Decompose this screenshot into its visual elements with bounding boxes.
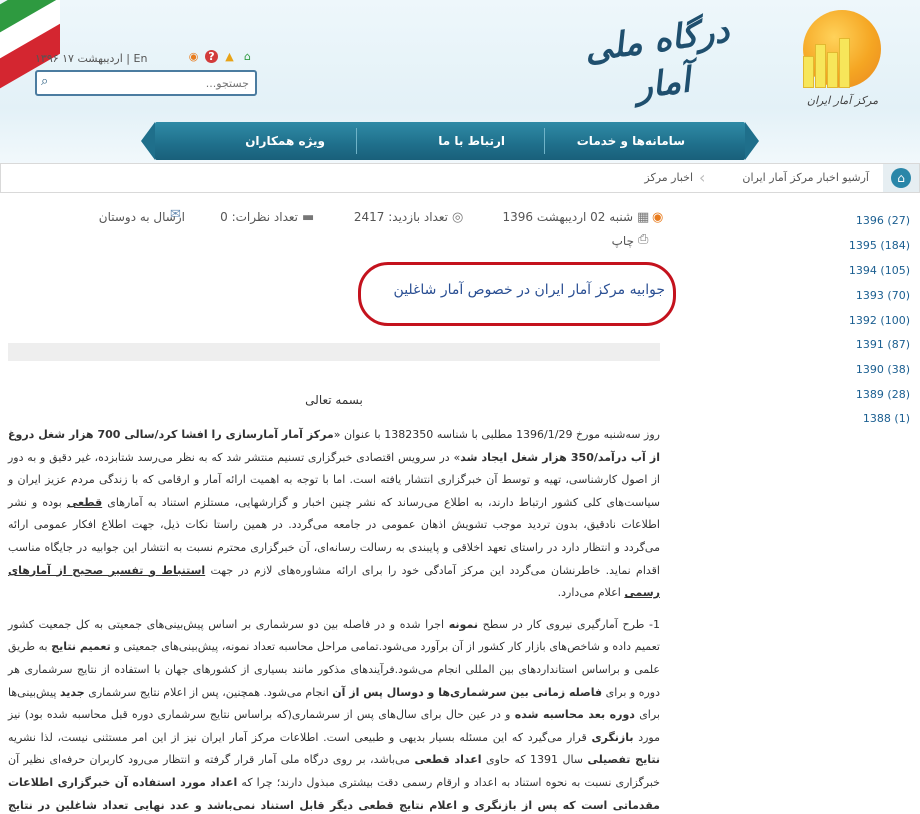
text-run: روز سه‌شنبه مورخ 1396/1/29 مطلبی با شناس…	[333, 428, 660, 441]
nav-item-contact[interactable]: ارتباط با ما	[438, 122, 505, 160]
logo-bar-icon	[827, 52, 838, 88]
nav-item-services[interactable]: سامانه‌ها و خدمات	[577, 122, 685, 160]
archive-year-link[interactable]: 1396 (27)	[840, 214, 910, 234]
bold-text: فاصله زمانی بین سرشماری‌ها و دوسال پس از…	[332, 685, 603, 699]
page: ۱۳۹۶ اردیبهشت ۱۷ | En ◉ ? ▲ ⌂ ⌕ درگاه مل…	[0, 0, 920, 814]
help-icon[interactable]: ?	[205, 50, 218, 63]
print-link[interactable]: چاپ	[612, 234, 634, 248]
archive-year-link[interactable]: 1395 (184)	[840, 239, 910, 259]
printer-icon[interactable]: ⎙	[638, 232, 648, 247]
bold-text: جدید	[59, 685, 85, 699]
bold-text: دوره بعد محاسبه شده	[514, 708, 635, 722]
archive-year-link[interactable]: 1394 (105)	[840, 264, 910, 284]
article-paragraph: روز سه‌شنبه مورخ 1396/1/29 مطلبی با شناس…	[8, 424, 660, 605]
article-body: روز سه‌شنبه مورخ 1396/1/29 مطلبی با شناس…	[8, 424, 660, 814]
eye-icon: ◎	[452, 210, 464, 225]
archive-year-link[interactable]: 1390 (38)	[840, 363, 910, 383]
search-input[interactable]	[67, 74, 251, 92]
rss-icon[interactable]: ◉	[187, 50, 200, 63]
logo-bar-icon	[803, 56, 814, 88]
top-toolbar: ۱۳۹۶ اردیبهشت ۱۷ | En ◉ ? ▲ ⌂	[35, 48, 255, 70]
bold-text: نتایج تفصیلی	[587, 753, 660, 767]
bold-text: اعداد قطعی	[414, 753, 482, 767]
text-run: اعلام می‌دارد.	[557, 586, 625, 600]
content-divider-bar	[8, 343, 660, 361]
bold-text: نمونه	[448, 617, 478, 631]
rss-icon[interactable]: ◉	[652, 210, 663, 225]
bold-text: تعمیم نتایج	[51, 640, 111, 654]
breadcrumb-item[interactable]: آرشیو اخبار مرکز آمار ایران	[742, 164, 869, 192]
comment-count: تعداد نظرات: 0	[220, 210, 298, 224]
breadcrumb-item[interactable]: اخبار مرکز	[644, 164, 693, 192]
breadcrumb: ⌂ آرشیو اخبار مرکز آمار ایران ‹ اخبار مر…	[0, 163, 920, 193]
archive-year-link[interactable]: 1393 (70)	[840, 289, 910, 309]
text-run: سال 1391 که حاوی	[481, 753, 588, 767]
archive-year-link[interactable]: 1392 (100)	[840, 314, 910, 334]
home-icon[interactable]: ⌂	[241, 50, 254, 63]
logo-bar-icon	[815, 44, 826, 88]
site-header: ۱۳۹۶ اردیبهشت ۱۷ | En ◉ ? ▲ ⌂ ⌕ درگاه مل…	[0, 0, 920, 180]
sci-logo[interactable]: مرکز آمار ایران	[795, 10, 890, 120]
archive-year-link[interactable]: 1391 (87)	[840, 338, 910, 358]
nav-item-staff[interactable]: ویژه همکاران	[245, 122, 325, 160]
search-icon[interactable]: ⌕	[41, 74, 48, 89]
logo-text: مرکز آمار ایران	[806, 94, 879, 107]
breadcrumb-home[interactable]: ⌂	[883, 164, 919, 192]
bold-text: بازنگری	[591, 730, 634, 744]
article-opening: بسمه تعالی	[305, 393, 363, 407]
sitemap-icon[interactable]: ▲	[223, 50, 236, 63]
archive-year-link[interactable]: 1388 (1)	[840, 412, 910, 432]
portal-title: درگاه ملی آمار	[581, 10, 732, 108]
article-date: شنبه 02 اردیبهشت 1396	[502, 210, 633, 224]
main-nav: سامانه‌ها و خدمات ارتباط با ما ویژه همکا…	[141, 122, 759, 160]
nav-divider	[356, 128, 357, 154]
calendar-icon: ▦	[637, 210, 650, 225]
view-count: تعداد بازدید: 2417	[353, 210, 448, 224]
article-title: جوابیه مرکز آمار ایران در خصوص آمار شاغل…	[393, 282, 665, 298]
send-to-friend-link[interactable]: ارسال به دوستان	[99, 210, 185, 224]
logo-bar-icon	[839, 38, 850, 88]
breadcrumb-separator: ‹	[699, 168, 706, 187]
search-box: ⌕	[35, 70, 257, 96]
bold-underline-text: قطعی	[66, 495, 103, 509]
date-language-text[interactable]: ۱۳۹۶ اردیبهشت ۱۷ | En	[35, 52, 147, 65]
text-run: قرار می‌گیرد که این مسئله بسیار بدیهی و …	[8, 730, 592, 744]
text-run: انجام می‌شود. همچنین، پس از اعلام نتایج …	[84, 685, 333, 699]
archive-year-link[interactable]: 1389 (28)	[840, 388, 910, 408]
article-paragraph: 1- طرح آمارگیری نیروی کار در سطح نمونه ا…	[8, 614, 660, 814]
home-icon: ⌂	[891, 168, 911, 188]
comment-icon: ▬	[302, 210, 315, 225]
text-run: 1- طرح آمارگیری نیروی کار در سطح	[477, 617, 660, 631]
nav-divider	[544, 128, 545, 154]
